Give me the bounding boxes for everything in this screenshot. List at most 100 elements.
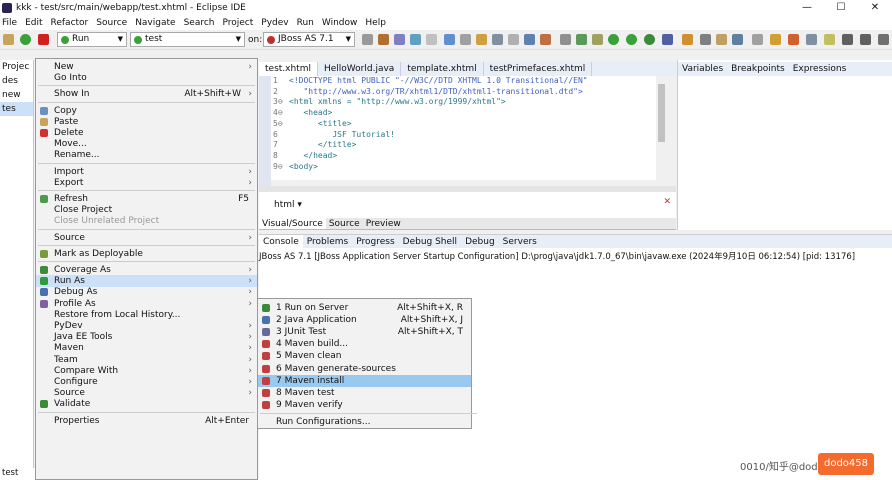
explorer-item[interactable]: des	[0, 74, 33, 88]
menu-item-2-java-application[interactable]: 2 Java Application Alt+Shift+X, J	[258, 314, 471, 326]
menu-project[interactable]: Project	[222, 18, 253, 28]
tab-variables[interactable]: Variables	[678, 62, 727, 76]
explorer-item[interactable]: new	[0, 88, 33, 102]
toolbar-icon-21[interactable]	[788, 34, 799, 45]
debug-run-icon[interactable]	[626, 34, 637, 45]
toolbar-icon-14[interactable]	[576, 34, 587, 45]
menu-navigate[interactable]: Navigate	[135, 18, 175, 28]
code-line[interactable]: 8 </head>	[273, 151, 661, 162]
minimize-button[interactable]: —	[790, 0, 824, 16]
code-line[interactable]: 6 JSF Tutorial!	[273, 130, 661, 141]
tab-debug-shell[interactable]: Debug Shell	[399, 235, 461, 249]
menu-item-debug-as[interactable]: Debug As ›	[36, 286, 257, 298]
menu-item-mark-as-deployable[interactable]: Mark as Deployable	[36, 248, 257, 260]
toolbar-icon-8[interactable]	[476, 34, 487, 45]
code-line[interactable]: 9⊖ <body>	[273, 162, 661, 173]
toolbar-icon-19[interactable]	[752, 34, 763, 45]
code-line[interactable]: 2 "http://www.w3.org/TR/xhtml1/DTD/xhtml…	[273, 87, 661, 98]
menu-item-1-run-on-server[interactable]: 1 Run on Server Alt+Shift+X, R	[258, 302, 471, 314]
menu-item-paste[interactable]: Paste	[36, 116, 257, 128]
menu-refactor[interactable]: Refactor	[51, 18, 89, 28]
explorer-item-selected[interactable]: tes	[0, 102, 33, 116]
toolbar-icon-15[interactable]	[592, 34, 603, 45]
menu-item-4-maven-build[interactable]: 4 Maven build...	[258, 338, 471, 350]
menu-item-coverage-as[interactable]: Coverage As ›	[36, 264, 257, 276]
menu-item-java-ee-tools[interactable]: Java EE Tools ›	[36, 331, 257, 343]
menu-item-3-junit-test[interactable]: 3 JUnit Test Alt+Shift+X, T	[258, 326, 471, 338]
toolbar-icon-5[interactable]	[426, 34, 437, 45]
menu-item-maven[interactable]: Maven ›	[36, 342, 257, 354]
toolbar-icon-9[interactable]	[492, 34, 503, 45]
toolbar-icon-11[interactable]	[524, 34, 535, 45]
launch-config-select[interactable]: test ▼	[130, 32, 245, 47]
menu-help[interactable]: Help	[365, 18, 386, 28]
code-line[interactable]: 4⊖ <head>	[273, 108, 661, 119]
tab-console[interactable]: Console	[259, 234, 303, 249]
close-button[interactable]: ✕	[858, 0, 892, 16]
menu-search[interactable]: Search	[184, 18, 215, 28]
toolbar-icon-23[interactable]	[824, 34, 835, 45]
toolbar-icon-16[interactable]	[700, 34, 711, 45]
tab-template-xhtml[interactable]: template.xhtml	[401, 62, 484, 76]
new-wizard-icon[interactable]	[682, 34, 693, 45]
menu-item-source[interactable]: Source ›	[36, 387, 257, 399]
perspective-icon[interactable]	[878, 34, 889, 45]
tools-icon[interactable]	[3, 34, 14, 45]
forward-icon[interactable]	[860, 34, 871, 45]
tab-helloworld-java[interactable]: HelloWorld.java	[318, 62, 402, 76]
menu-window[interactable]: Window	[322, 18, 358, 28]
menu-item-close-project[interactable]: Close Project	[36, 204, 257, 216]
toolbar-icon-18[interactable]	[732, 34, 743, 45]
toolbar-icon-4[interactable]	[410, 34, 421, 45]
menu-item-run-configurations[interactable]: Run Configurations...	[258, 416, 471, 428]
toolbar-icon-20[interactable]	[770, 34, 781, 45]
toolbar-icon-12[interactable]	[540, 34, 551, 45]
stop-icon[interactable]	[38, 34, 49, 45]
external-tools-icon[interactable]	[662, 34, 673, 45]
menu-item-show-in[interactable]: Show In Alt+Shift+W ›	[36, 88, 257, 100]
menu-item-team[interactable]: Team ›	[36, 354, 257, 366]
tab-servers[interactable]: Servers	[499, 235, 541, 249]
tab-debug[interactable]: Debug	[461, 235, 499, 249]
code-line[interactable]: 1 <!DOCTYPE html PUBLIC "-//W3C//DTD XHTM…	[273, 76, 661, 87]
menu-item-properties[interactable]: Properties Alt+Enter	[36, 415, 257, 427]
tab-preview[interactable]: Preview	[363, 218, 404, 229]
toolbar-icon-6[interactable]	[444, 34, 455, 45]
run-icon-2[interactable]	[608, 34, 619, 45]
tab-test-xhtml[interactable]: test.xhtml	[259, 62, 318, 76]
menu-edit[interactable]: Edit	[25, 18, 42, 28]
toolbar-icon-13[interactable]	[560, 34, 571, 45]
menu-item-6-maven-generate-sources[interactable]: 6 Maven generate-sources	[258, 363, 471, 375]
toolbar-icon-3[interactable]	[394, 34, 405, 45]
code-line[interactable]: 7 </title>	[273, 140, 661, 151]
menu-item-configure[interactable]: Configure ›	[36, 376, 257, 388]
menu-item-go-into[interactable]: Go Into	[36, 72, 257, 84]
server-select[interactable]: JBoss AS 7.1 ▼	[263, 32, 355, 47]
code-line[interactable]: 3⊖ <html xmlns = "http://www.w3.org/1999/…	[273, 97, 661, 108]
toolbar-icon-1[interactable]	[362, 34, 373, 45]
menu-item-validate[interactable]: Validate	[36, 398, 257, 410]
menu-item-move[interactable]: Move...	[36, 138, 257, 150]
menu-item-pydev[interactable]: PyDev ›	[36, 320, 257, 332]
menu-item-5-maven-clean[interactable]: 5 Maven clean	[258, 350, 471, 362]
editor-scrollbar[interactable]	[656, 76, 667, 180]
html-breadcrumb[interactable]: html ▾	[274, 200, 302, 210]
tab-progress[interactable]: Progress	[352, 235, 398, 249]
menu-item-export[interactable]: Export ›	[36, 177, 257, 189]
run-mode-select[interactable]: Run ▼	[57, 32, 127, 47]
toolbar-icon-22[interactable]	[806, 34, 817, 45]
maximize-button[interactable]: ☐	[824, 0, 858, 16]
toolbar-icon-10[interactable]	[508, 34, 519, 45]
coverage-run-icon[interactable]	[644, 34, 655, 45]
menu-file[interactable]: File	[2, 18, 17, 28]
menu-item-refresh[interactable]: Refresh F5	[36, 193, 257, 205]
menu-item-7-maven-install[interactable]: 7 Maven install	[258, 374, 471, 387]
menu-item-restore-from-local-history[interactable]: Restore from Local History...	[36, 309, 257, 321]
menu-item-profile-as[interactable]: Profile As ›	[36, 298, 257, 310]
code-line[interactable]: 5⊖ <title>	[273, 119, 661, 130]
toolbar-icon-7[interactable]	[460, 34, 471, 45]
close-icon[interactable]: ✕	[663, 197, 671, 207]
menu-item-compare-with[interactable]: Compare With ›	[36, 365, 257, 377]
tab-source[interactable]: Source	[326, 218, 363, 229]
tab-expressions[interactable]: Expressions	[789, 62, 851, 76]
